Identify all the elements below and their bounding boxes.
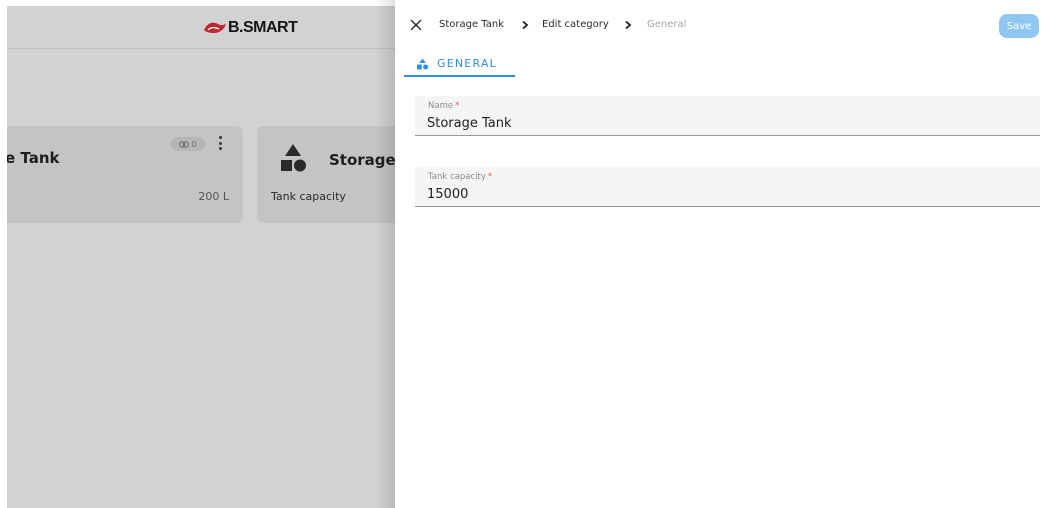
save-button[interactable]: Save bbox=[999, 14, 1039, 38]
tank-capacity-input[interactable] bbox=[427, 185, 1017, 203]
tab-general-label: GENERAL bbox=[437, 57, 497, 70]
background-page: B.SMART e Tank 0 200 L Storage Tank capa… bbox=[7, 6, 395, 508]
required-marker: * bbox=[455, 101, 460, 111]
shapes-icon bbox=[417, 58, 429, 70]
app-header: B.SMART bbox=[7, 6, 395, 49]
drawer-toolbar: Storage Tank Edit category General Save bbox=[395, 0, 1043, 52]
category-card[interactable]: e Tank 0 200 L bbox=[7, 126, 243, 223]
tank-capacity-field-label: Tank capacity * bbox=[428, 172, 493, 182]
drawer-shadow bbox=[375, 0, 395, 508]
card-title: e Tank bbox=[7, 149, 60, 167]
card-subtitle: Tank capacity bbox=[271, 190, 346, 203]
tank-capacity-field[interactable]: Tank capacity * bbox=[415, 167, 1040, 207]
active-tab-indicator bbox=[404, 75, 515, 77]
brand-logo-mark bbox=[204, 22, 226, 33]
name-field-label: Name * bbox=[428, 101, 460, 111]
brand-logo: B.SMART bbox=[203, 17, 298, 39]
link-count: 0 bbox=[191, 139, 197, 149]
link-icon bbox=[179, 140, 190, 148]
link-count-badge: 0 bbox=[171, 137, 205, 151]
chevron-right-icon bbox=[625, 20, 632, 30]
name-field[interactable]: Name * bbox=[415, 96, 1040, 136]
required-marker: * bbox=[487, 172, 493, 182]
chevron-right-icon bbox=[522, 20, 529, 30]
card-value: 200 L bbox=[198, 190, 229, 203]
breadcrumb-edit-category[interactable]: Edit category bbox=[542, 19, 609, 31]
tab-general[interactable]: GENERAL bbox=[404, 52, 515, 77]
close-icon[interactable] bbox=[410, 19, 422, 31]
edit-category-drawer: Storage Tank Edit category General Save … bbox=[395, 0, 1043, 508]
name-input[interactable] bbox=[427, 114, 1017, 132]
breadcrumb-storage-tank[interactable]: Storage Tank bbox=[439, 19, 504, 31]
shapes-icon bbox=[281, 144, 306, 172]
brand-logo-text: B.SMART bbox=[228, 19, 298, 36]
breadcrumb-general: General bbox=[647, 19, 687, 30]
screen: B.SMART e Tank 0 200 L Storage Tank capa… bbox=[0, 0, 1043, 508]
more-vertical-icon[interactable] bbox=[218, 136, 222, 150]
